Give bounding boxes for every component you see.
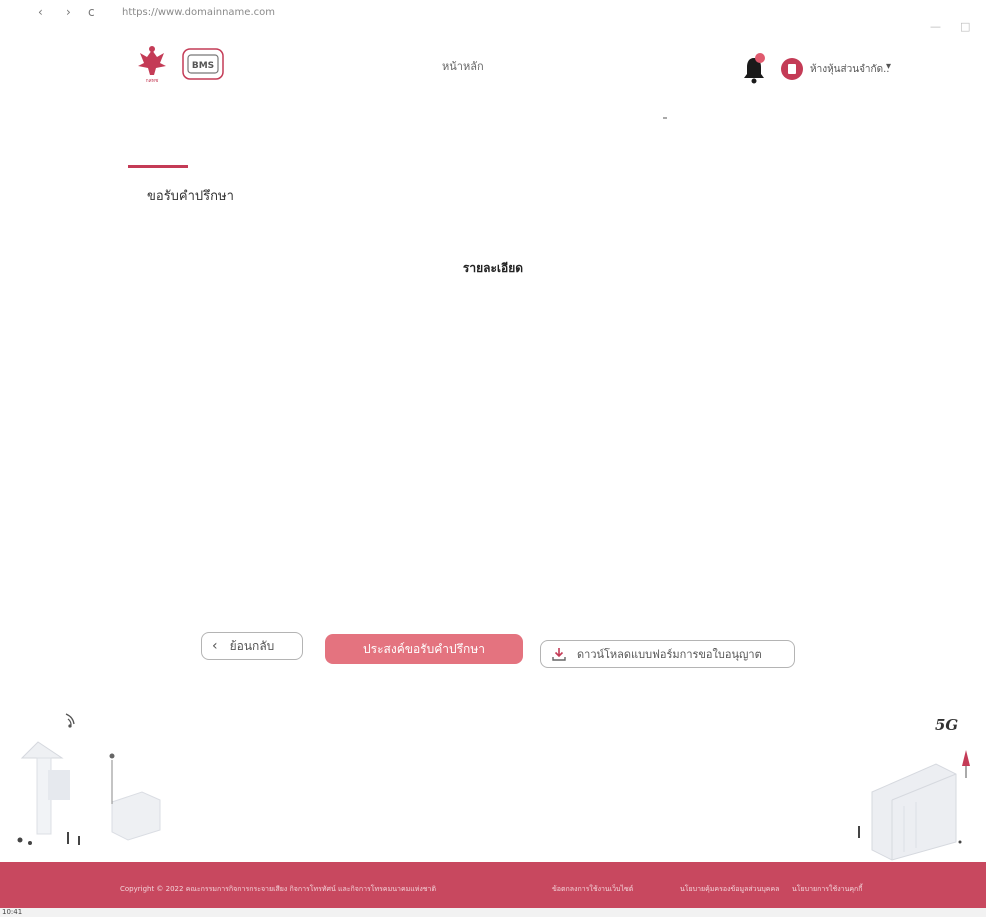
- post-right: [858, 826, 860, 838]
- agency-emblem-logo[interactable]: กสทช: [132, 44, 172, 86]
- back-button[interactable]: ‹ ย้อนกลับ: [201, 632, 303, 660]
- download-icon: [552, 648, 566, 661]
- observation-tower: [20, 741, 70, 835]
- forward-nav-icon[interactable]: ›: [66, 5, 71, 19]
- mini-tree-right: [958, 840, 962, 844]
- signal-5g-label: 5G: [935, 716, 958, 734]
- page-title: ขอรับคำปรึกษา: [147, 189, 234, 204]
- site-footer: Copyright © 2022 คณะกรรมการกิจการกระจายเ…: [0, 862, 986, 908]
- bms-logo[interactable]: BMS: [182, 48, 224, 80]
- back-nav-icon[interactable]: ‹: [38, 5, 43, 19]
- back-button-label: ย้อนกลับ: [229, 638, 275, 653]
- footer-copyright: Copyright © 2022 คณะกรรมการกิจการกระจายเ…: [120, 885, 437, 893]
- city-illustration: 5G: [17, 713, 970, 861]
- minimize-icon[interactable]: —: [930, 20, 941, 33]
- download-form-label: ดาวน์โหลดแบบฟอร์มการขอใบอนุญาต: [577, 648, 762, 661]
- os-taskbar: 10:41: [0, 908, 986, 917]
- request-consultation-label: ประสงค์ขอรับคำปรึกษา: [363, 641, 485, 656]
- utility-box: [111, 791, 161, 841]
- logo-left-text: กสทช: [146, 78, 159, 84]
- lamp-head: [109, 753, 115, 759]
- download-form-button[interactable]: ดาวน์โหลดแบบฟอร์มการขอใบอนุญาต: [540, 640, 795, 668]
- chevron-down-icon[interactable]: ▾: [886, 61, 891, 72]
- footer-link-cookies[interactable]: นโยบายการใช้งานคุกกี้: [792, 884, 863, 895]
- footer-link-terms[interactable]: ข้อตกลงการใช้งานเว็บไซต์: [552, 884, 633, 895]
- logo-right-text: BMS: [192, 61, 214, 71]
- user-avatar[interactable]: [781, 58, 803, 80]
- location-marker: [962, 750, 970, 766]
- separator-mark: [663, 117, 667, 119]
- request-consultation-button[interactable]: ประสงค์ขอรับคำปรึกษา: [325, 634, 523, 664]
- chevron-left-icon: ‹: [212, 638, 218, 654]
- section-heading: รายละเอียด: [462, 261, 524, 275]
- footer-link-privacy[interactable]: นโยบายคุ้มครองข้อมูลส่วนบุคคล: [680, 884, 779, 895]
- clock-time: 10:41: [2, 908, 23, 916]
- nav-home-link[interactable]: หน้าหลัก: [442, 57, 484, 75]
- notification-badge: [755, 53, 765, 63]
- title-accent-line: [128, 165, 188, 168]
- address-bar[interactable]: https://www.domainname.com: [122, 7, 275, 18]
- user-menu-name[interactable]: ห้างหุ้นส่วนจำกัด..: [810, 62, 889, 77]
- office-building: [871, 763, 957, 861]
- browser-toolbar: ‹ › c https://www.domainname.com — □: [0, 0, 986, 33]
- restore-icon[interactable]: □: [960, 20, 970, 33]
- wifi-icon: [65, 713, 75, 728]
- reload-icon[interactable]: c: [88, 5, 95, 19]
